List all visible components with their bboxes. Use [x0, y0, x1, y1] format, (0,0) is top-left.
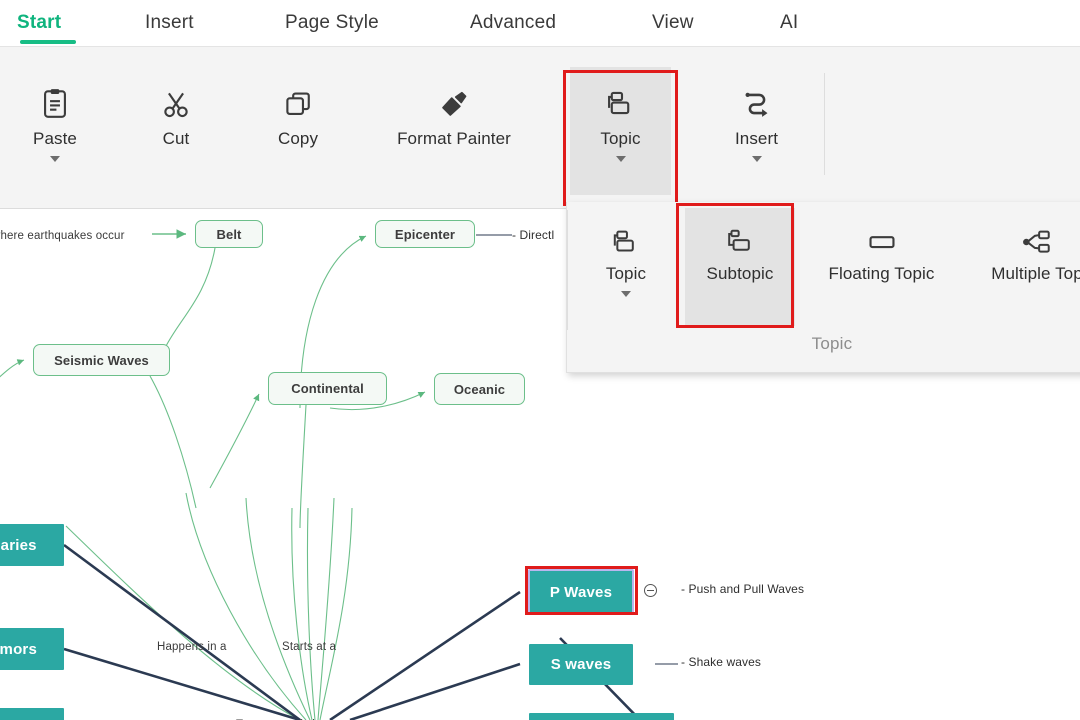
tab-label: Advanced	[470, 12, 557, 33]
collapse-toggle-icon[interactable]	[644, 584, 657, 597]
format-painter-button[interactable]: Format Painter	[370, 67, 538, 167]
chevron-down-icon[interactable]	[50, 156, 60, 162]
chevron-down-icon[interactable]	[615, 156, 626, 162]
paste-button[interactable]: Paste	[14, 67, 96, 195]
node-annotation: - Shake waves	[681, 655, 762, 669]
node-annotation: - Push and Pull Waves	[681, 582, 805, 596]
panel-item-label: Topic	[605, 264, 647, 283]
chevron-down-icon[interactable]	[621, 291, 631, 297]
ribbon-body: Paste Cut Copy Format Painter Topic Inse…	[0, 47, 1080, 209]
app-window: Belt Epicenter Seismic Waves Continental Oce…	[0, 0, 1080, 720]
mindmap-node-tremors[interactable]: emors	[0, 628, 64, 670]
node-label: emors	[0, 640, 38, 658]
tab-label: Start	[17, 12, 62, 33]
mindmap-node-continental[interactable]: Continental	[268, 372, 387, 405]
mindmap-node-pwaves[interactable]: P Waves	[528, 569, 634, 615]
relationship-icon	[740, 81, 774, 127]
node-label: daries	[0, 536, 37, 554]
panel-item-floating-topic[interactable]: Floating Topic	[809, 208, 954, 326]
button-label: Format Painter	[397, 129, 511, 148]
tab-view[interactable]: View	[652, 0, 694, 46]
tab-label: View	[652, 12, 694, 33]
panel-item-label: Floating Topic	[828, 264, 935, 283]
chevron-down-icon[interactable]	[751, 156, 762, 162]
node-label: Continental	[291, 381, 364, 396]
node-label: Epicenter	[394, 226, 456, 242]
connector-label: Starts at a	[282, 641, 337, 653]
button-label: Cut	[162, 129, 190, 148]
copy-icon	[281, 81, 315, 127]
mindmap-node-seismicwaves[interactable]: Seismic Waves	[33, 344, 170, 376]
tab-insert[interactable]: Insert	[145, 0, 194, 46]
tab-advanced[interactable]: Advanced	[470, 0, 556, 46]
mindmap-node-teal-bottom-1[interactable]	[0, 708, 64, 720]
clipboard-icon	[38, 81, 72, 127]
mindmap-node-belt[interactable]: Belt	[195, 220, 263, 248]
topic-icon	[610, 220, 642, 264]
mindmap-node-boundaries[interactable]: daries	[0, 524, 64, 566]
cut-button[interactable]: Cut	[135, 67, 217, 167]
panel-item-label: Subtopic	[706, 264, 774, 283]
node-label: P Waves	[549, 583, 613, 601]
ribbon-separator	[824, 73, 825, 175]
button-label: Insert	[734, 129, 779, 148]
node-annotation: - Directl	[512, 228, 555, 242]
panel-item-label: Multiple Top	[991, 264, 1080, 283]
button-label: Topic	[600, 129, 641, 148]
subtopic-icon	[724, 220, 756, 264]
mindmap-node-oceanic[interactable]: Oceanic	[434, 373, 525, 405]
button-label: Paste	[33, 129, 77, 148]
format-painter-icon	[437, 81, 471, 127]
copy-button[interactable]: Copy	[255, 67, 341, 167]
active-tab-indicator	[20, 40, 76, 44]
node-label: Seismic Waves	[54, 352, 149, 368]
topic-dropdown-panel[interactable]: Topic Subtopic Floating Topic Multiple T…	[566, 202, 1080, 373]
ribbon: Start Insert Page Style Advanced View AI Past…	[0, 0, 1080, 209]
tab-label: Insert	[145, 12, 194, 33]
insert-button[interactable]: Insert	[710, 67, 803, 195]
panel-item-multiple-top[interactable]: Multiple Top	[957, 208, 1080, 326]
button-label: Copy	[277, 129, 319, 148]
panel-item-topic[interactable]: Topic	[581, 208, 671, 328]
tab-page-style[interactable]: Page Style	[285, 0, 379, 46]
mindmap-node-teal-bottom-2[interactable]	[529, 713, 674, 720]
connector-label: Happens in a	[157, 641, 227, 653]
floating-topic-icon	[866, 220, 898, 264]
tab-ai[interactable]: AI	[780, 0, 798, 46]
topic-button[interactable]: Topic	[570, 67, 671, 195]
topic-panel-group-label: Topic	[811, 334, 853, 353]
tab-label: Page Style	[285, 12, 379, 33]
multiple-topic-icon	[1021, 220, 1053, 264]
node-label: S waves	[550, 656, 612, 673]
tab-label: AI	[780, 12, 799, 33]
mindmap-node-swaves[interactable]: S waves	[529, 644, 633, 685]
scissors-icon	[159, 81, 193, 127]
panel-item-subtopic[interactable]: Subtopic	[685, 208, 795, 326]
panel-separator	[567, 210, 568, 330]
ribbon-tab-bar: Start Insert Page Style Advanced View AI	[0, 0, 1080, 47]
node-label: Oceanic	[453, 381, 506, 397]
node-label: Belt	[216, 226, 242, 242]
topic-icon	[604, 81, 638, 127]
connector-label: where earthquakes occur	[0, 230, 125, 242]
mindmap-node-epicenter[interactable]: Epicenter	[375, 220, 475, 248]
